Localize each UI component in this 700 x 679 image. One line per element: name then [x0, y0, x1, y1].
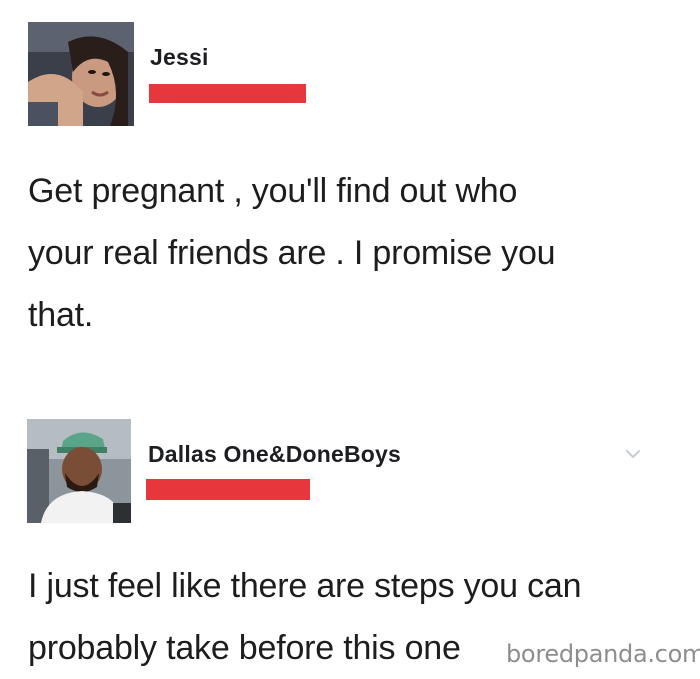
post-text-line: Get pregnant , you'll find out who	[28, 172, 518, 210]
chevron-down-icon[interactable]	[624, 447, 642, 461]
avatar-dallas[interactable]	[27, 419, 131, 523]
author-name[interactable]: Jessi	[150, 44, 209, 71]
post-text-line: probably take before this one	[28, 629, 461, 667]
post-text-line: your real friends are . I promise you	[28, 234, 556, 272]
post-text: Get pregnant , you'll find out who your …	[28, 160, 556, 346]
redaction-bar	[149, 84, 306, 103]
post-text-line: I just feel like there are steps you can	[28, 567, 582, 605]
avatar-image	[27, 419, 131, 523]
redaction-bar	[146, 479, 310, 500]
avatar-image	[28, 22, 134, 126]
author-name[interactable]: Dallas One&DoneBoys	[148, 441, 401, 468]
avatar-jessi[interactable]	[28, 22, 134, 126]
post-text-line: that.	[28, 296, 94, 334]
watermark: boredpanda.com	[506, 640, 700, 668]
post-text: I just feel like there are steps you can…	[28, 555, 582, 679]
